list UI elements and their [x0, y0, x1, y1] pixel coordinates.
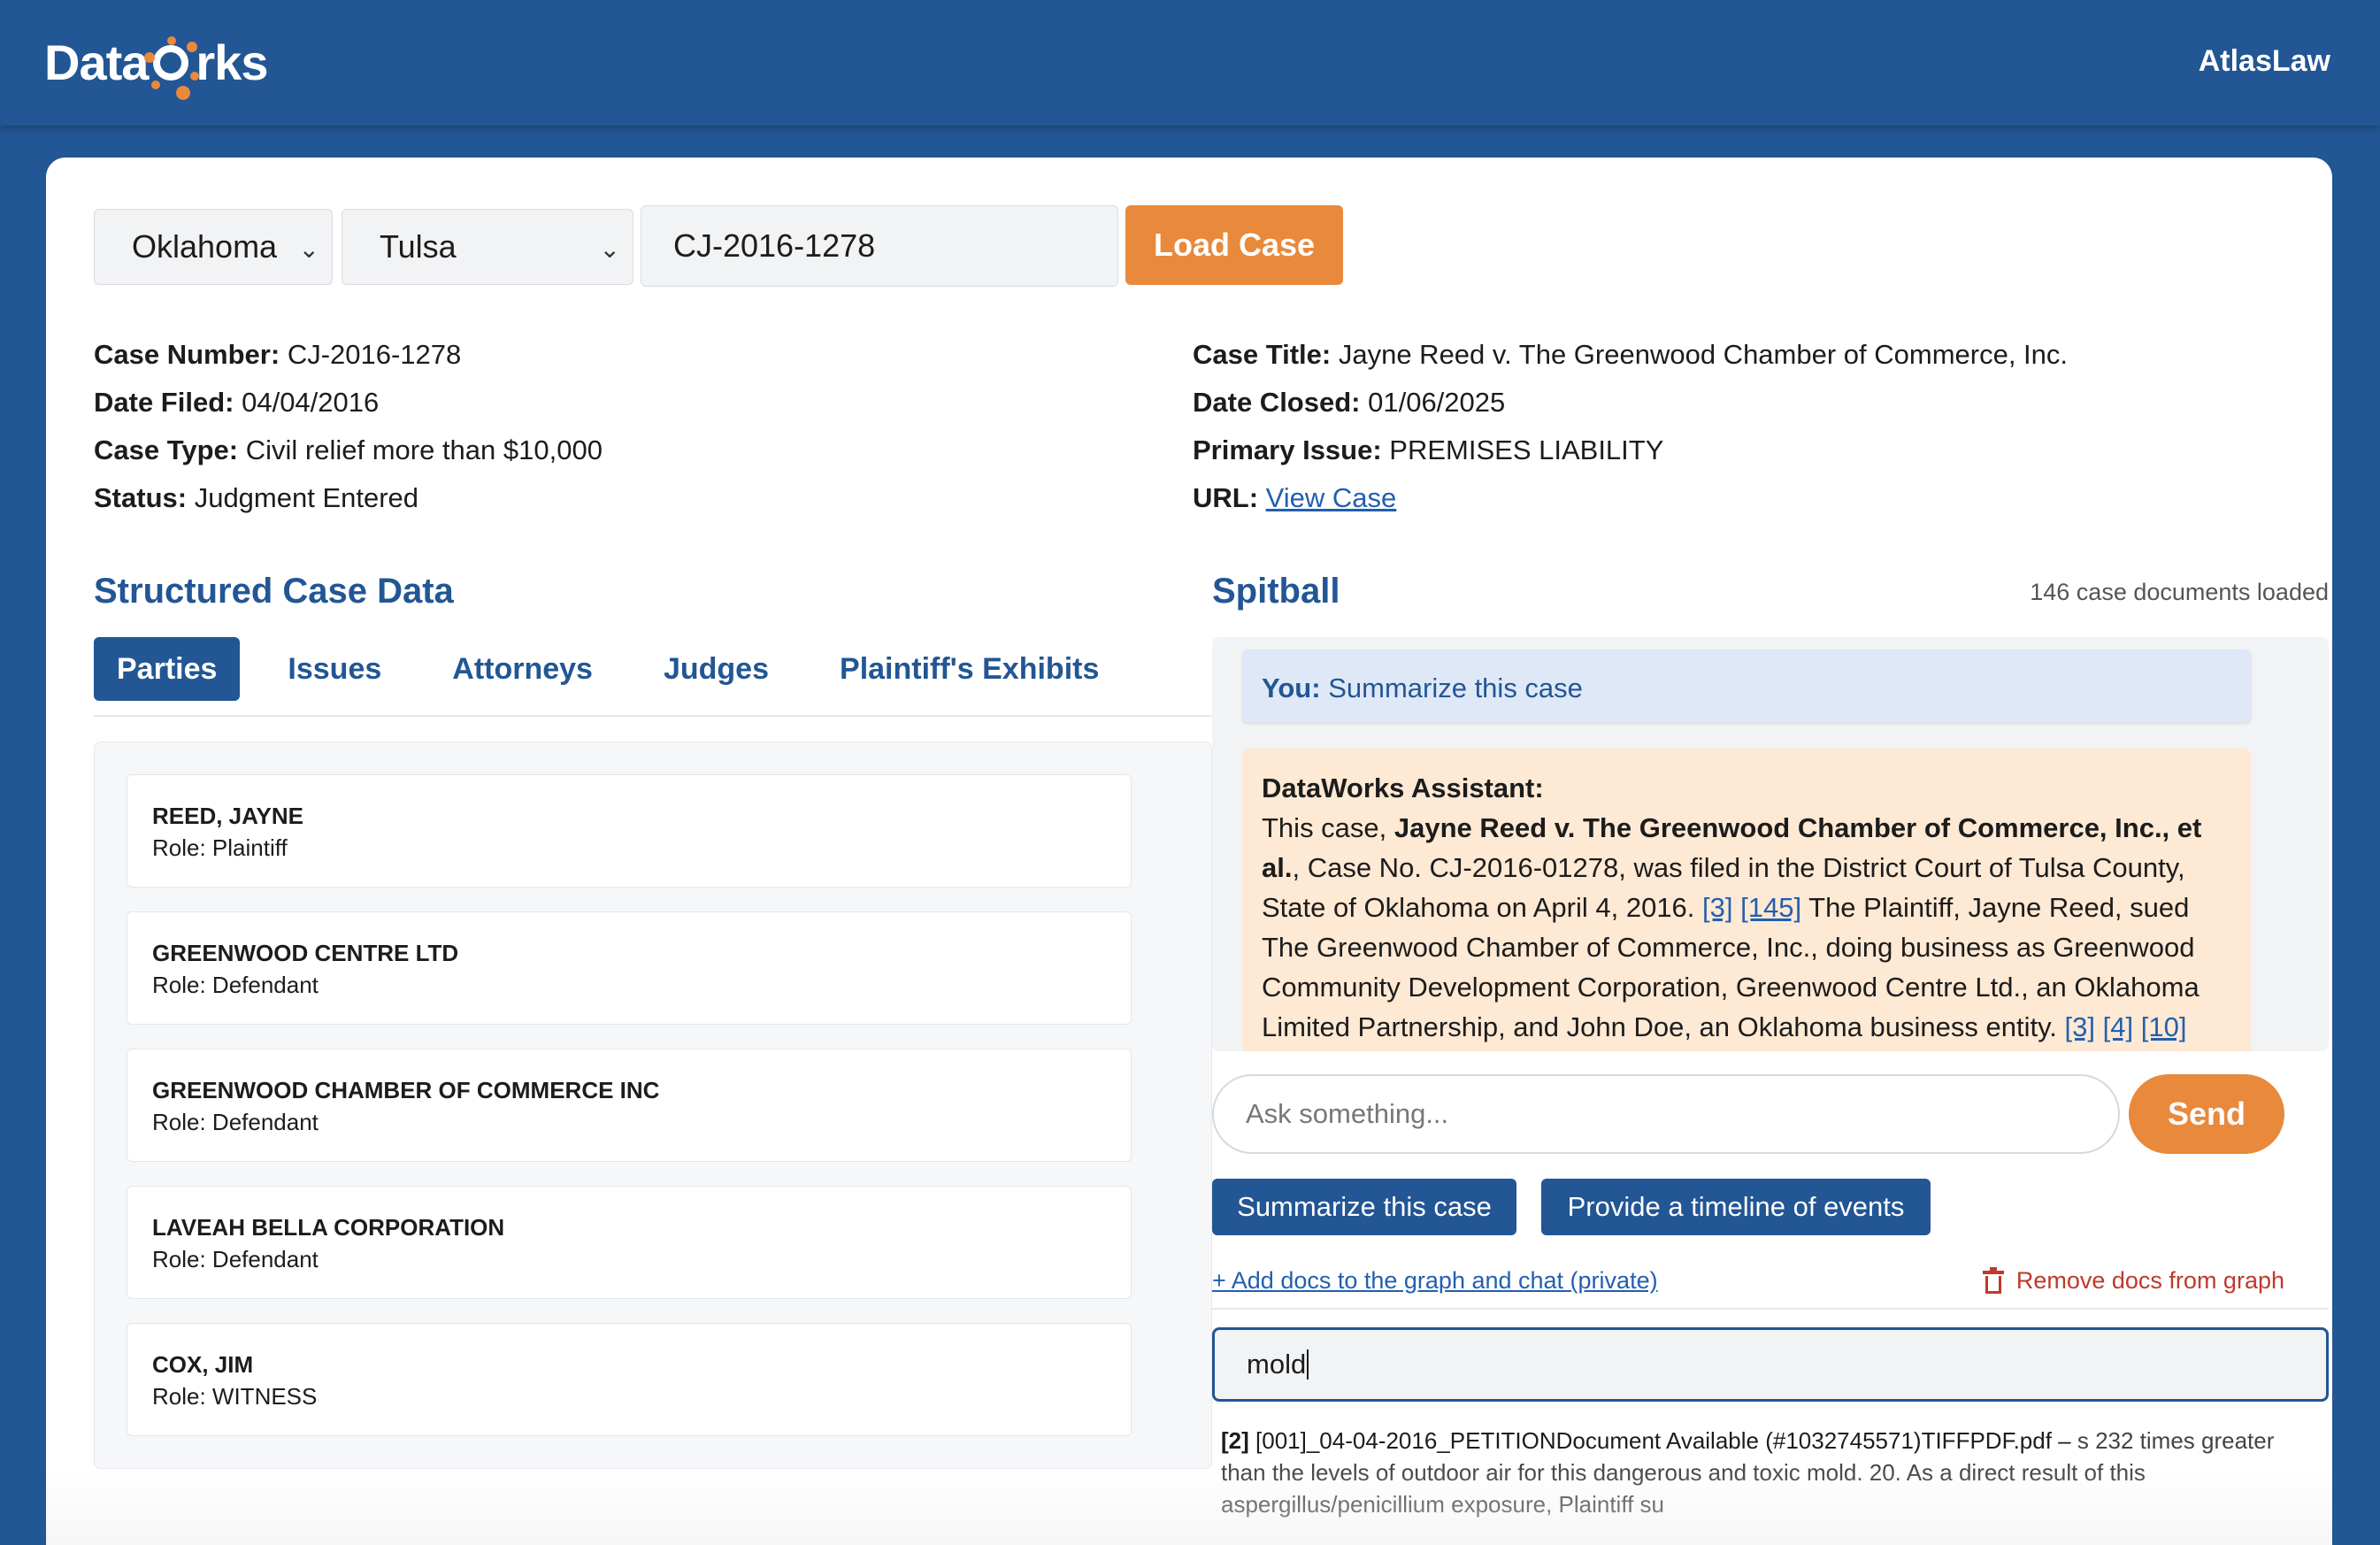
chevron-down-icon: ⌄ — [599, 235, 620, 263]
citation-link[interactable]: [3] — [1702, 892, 1732, 923]
logo-text-b: rks — [196, 34, 268, 90]
state-select-value: Oklahoma — [132, 228, 278, 265]
tab-divider — [94, 715, 1212, 717]
ask-input[interactable]: Ask something... — [1212, 1074, 2120, 1154]
doc-search-value: mold — [1247, 1349, 1307, 1380]
doc-count: 146 case documents loaded — [2030, 579, 2329, 605]
primary-issue-row: Primary Issue: PREMISES LIABILITY — [1193, 434, 1664, 465]
result-number: [2] — [1221, 1427, 1249, 1454]
result-filename: [001]_04-04-2016_PETITIONDocument Availa… — [1255, 1427, 2071, 1454]
citation-link[interactable]: [10] — [2141, 1011, 2187, 1042]
party-role: Role: Defendant — [152, 1109, 319, 1135]
ask-input-placeholder: Ask something... — [1246, 1098, 1449, 1129]
url-row: URL: View Case — [1193, 482, 1397, 513]
assistant-label: DataWorks Assistant: — [1262, 772, 1544, 803]
text-caret — [1307, 1349, 1309, 1380]
structured-tabs: Parties Issues Attorneys Judges Plaintif… — [94, 637, 1147, 703]
org-name[interactable]: AtlasLaw — [2199, 44, 2330, 79]
summarize-case-button[interactable]: Summarize this case — [1212, 1179, 1516, 1235]
main-card: Oklahoma ⌄ Tulsa ⌄ CJ-2016-1278 Load Cas… — [46, 158, 2332, 1545]
user-label: You: — [1262, 673, 1321, 703]
add-docs-link[interactable]: + Add docs to the graph and chat (privat… — [1212, 1267, 1658, 1295]
parties-list: REED, JAYNE Role: Plaintiff GREENWOOD CE… — [94, 742, 1212, 1469]
logo-text-a: Data — [44, 34, 149, 90]
case-number-input[interactable]: CJ-2016-1278 — [641, 205, 1118, 287]
send-button[interactable]: Send — [2129, 1074, 2284, 1154]
party-role: Role: Plaintiff — [152, 834, 288, 861]
tab-parties[interactable]: Parties — [94, 637, 241, 701]
citation-link[interactable]: [3] — [2065, 1011, 2095, 1042]
state-select[interactable]: Oklahoma ⌄ — [94, 209, 333, 285]
date-closed-row: Date Closed: 01/06/2025 — [1193, 387, 1506, 418]
citation-link[interactable]: [145] — [1740, 892, 1801, 923]
doc-search-input[interactable]: mold — [1212, 1327, 2329, 1402]
case-number-input-value: CJ-2016-1278 — [673, 227, 876, 264]
party-role: Role: Defendant — [152, 972, 319, 998]
assistant-message: DataWorks Assistant: This case, Jayne Re… — [1242, 749, 2251, 1051]
case-title-row: Case Title: Jayne Reed v. The Greenwood … — [1193, 339, 2069, 370]
chat-history[interactable]: You: Summarize this case DataWorks Assis… — [1212, 637, 2329, 1051]
party-name: GREENWOOD CENTRE LTD — [152, 940, 459, 966]
view-case-link[interactable]: View Case — [1266, 482, 1397, 513]
tab-plaintiffs-exhibits[interactable]: Plaintiff's Exhibits — [817, 637, 1122, 701]
date-filed-row: Date Filed: 04/04/2016 — [94, 387, 380, 418]
trash-icon — [1982, 1266, 2004, 1294]
structured-case-data-title: Structured Case Data — [94, 572, 454, 611]
list-item: COX, JIM Role: WITNESS — [127, 1323, 1132, 1436]
tab-attorneys[interactable]: Attorneys — [429, 637, 616, 701]
party-role: Role: Defendant — [152, 1246, 319, 1272]
tab-judges[interactable]: Judges — [641, 637, 792, 701]
case-type-row: Case Type: Civil relief more than $10,00… — [94, 434, 603, 465]
status-row: Status: Judgment Entered — [94, 482, 419, 513]
user-message: You: Summarize this case — [1242, 650, 2251, 722]
case-number-row: Case Number: CJ-2016-1278 — [94, 339, 462, 370]
county-select[interactable]: Tulsa ⌄ — [342, 209, 633, 285]
remove-docs-button[interactable]: Remove docs from graph — [1982, 1266, 2284, 1295]
party-role: Role: WITNESS — [152, 1383, 318, 1410]
divider — [1212, 1308, 2329, 1310]
list-item: LAVEAH BELLA CORPORATION Role: Defendant — [127, 1186, 1132, 1299]
dataworks-logo[interactable]: Data rks — [44, 19, 268, 104]
load-case-button[interactable]: Load Case — [1125, 205, 1343, 285]
timeline-button[interactable]: Provide a timeline of events — [1541, 1179, 1931, 1235]
user-message-text: Summarize this case — [1328, 673, 1583, 703]
party-name: COX, JIM — [152, 1351, 254, 1378]
case-meta-right: Case Title: Jayne Reed v. The Greenwood … — [1193, 331, 2068, 522]
party-name: REED, JAYNE — [152, 803, 303, 829]
party-name: GREENWOOD CHAMBER OF COMMERCE INC — [152, 1077, 660, 1103]
top-bar: Data rks AtlasLaw — [0, 0, 2380, 126]
list-item: GREENWOOD CENTRE LTD Role: Defendant — [127, 911, 1132, 1025]
list-item: GREENWOOD CHAMBER OF COMMERCE INC Role: … — [127, 1049, 1132, 1162]
search-result[interactable]: [2] [001]_04-04-2016_PETITIONDocument Av… — [1221, 1425, 2318, 1520]
chevron-down-icon: ⌄ — [298, 235, 319, 263]
spitball-title: Spitball — [1212, 572, 1340, 611]
party-name: LAVEAH BELLA CORPORATION — [152, 1214, 505, 1241]
assistant-text: This case, — [1262, 812, 1394, 843]
tab-issues[interactable]: Issues — [265, 637, 404, 701]
county-select-value: Tulsa — [380, 228, 457, 265]
remove-docs-label: Remove docs from graph — [2015, 1267, 2284, 1294]
case-meta-left: Case Number: CJ-2016-1278 Date Filed: 04… — [94, 331, 603, 522]
citation-link[interactable]: [4] — [2103, 1011, 2133, 1042]
list-item: REED, JAYNE Role: Plaintiff — [127, 774, 1132, 888]
logo-nodes-icon — [144, 36, 200, 100]
